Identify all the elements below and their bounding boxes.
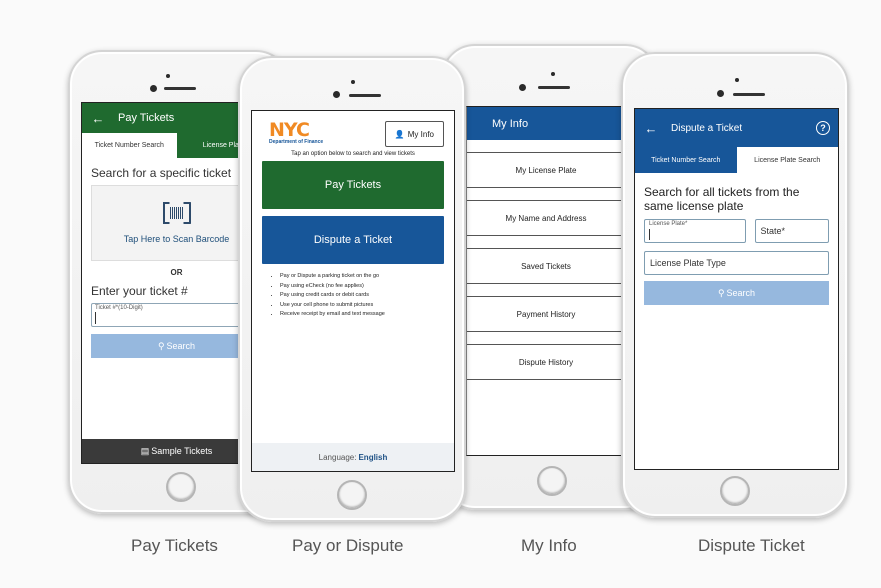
text-caret <box>649 229 650 240</box>
search-button-label: Search <box>166 341 196 351</box>
sensor-dot <box>166 74 170 78</box>
speaker-grille <box>164 87 196 90</box>
tab-ticket-number-search[interactable]: Ticket Number Search <box>82 133 177 158</box>
sensor-dot <box>351 80 355 84</box>
menu-item-dispute-history[interactable]: Dispute History <box>467 344 625 380</box>
search-icon: ⚲ <box>717 287 725 298</box>
pay-tickets-button[interactable]: Pay Tickets <box>262 161 444 209</box>
header-title: Dispute a Ticket <box>671 122 743 134</box>
license-plate-input[interactable]: License Plate* <box>644 219 746 243</box>
app-header: My Info <box>467 107 625 140</box>
app-header: ← Dispute a Ticket ? <box>635 109 838 147</box>
header-title: Pay Tickets <box>118 112 175 124</box>
phone-dispute-ticket: ← Dispute a Ticket ? Ticket Number Searc… <box>621 52 849 518</box>
plate-type-row: License Plate Type <box>644 251 829 275</box>
search-tabs: Ticket Number Search License Plate Searc… <box>635 147 838 173</box>
language-label: Language: <box>318 452 357 462</box>
search-icon: ⚲ <box>157 340 165 351</box>
document-icon: ▤ <box>140 445 150 456</box>
scan-barcode-button[interactable]: Tap Here to Scan Barcode <box>91 185 262 261</box>
section-heading: Search for all tickets from the same lic… <box>644 185 800 213</box>
caption-pay-tickets: Pay Tickets <box>131 536 218 555</box>
input-floating-label: License Plate* <box>649 221 688 227</box>
speaker-grille <box>349 94 381 97</box>
feature-item: Pay or Dispute a parking ticket on the g… <box>280 273 444 279</box>
feature-item: Pay using credit cards or debit cards <box>280 292 444 298</box>
caption-dispute-ticket: Dispute Ticket <box>698 536 805 555</box>
home-button[interactable] <box>720 476 750 506</box>
department-label: Department of Finance <box>269 139 324 145</box>
language-value: English <box>358 452 388 462</box>
camera-icon <box>333 91 340 98</box>
home-button[interactable] <box>537 466 567 496</box>
input-floating-label: Ticket #*(10-Digit) <box>95 305 143 311</box>
back-arrow-icon[interactable]: ← <box>635 121 667 136</box>
camera-icon <box>717 90 724 97</box>
speaker-grille <box>538 86 570 89</box>
menu-item-saved-tickets[interactable]: Saved Tickets <box>467 248 625 284</box>
scan-label: Tap Here to Scan Barcode <box>123 234 230 244</box>
phone-pay-or-dispute: NYC Department of Finance 👤 My Info Tap … <box>238 56 466 522</box>
menu-item-my-name-and-address[interactable]: My Name and Address <box>467 200 625 236</box>
header-title: My Info <box>492 117 529 130</box>
feature-item: Use your cell phone to submit pictures <box>280 302 444 308</box>
app-showcase: ← Pay Tickets Ticket Number Search Licen… <box>0 0 881 588</box>
person-icon: 👤 <box>394 129 405 139</box>
search-button-label: Search <box>726 288 756 298</box>
instruction-text: Tap an option below to search and view t… <box>291 151 415 157</box>
license-plate-type-select[interactable]: License Plate Type <box>644 251 829 275</box>
my-info-label: My Info <box>407 129 434 139</box>
tab-ticket-number-search[interactable]: Ticket Number Search <box>635 147 737 173</box>
screen: NYC Department of Finance 👤 My Info Tap … <box>251 110 455 472</box>
feature-item: Pay using eCheck (no fee applies) <box>280 283 444 289</box>
plate-state-row: License Plate* State* <box>644 219 829 243</box>
camera-icon <box>150 85 157 92</box>
home-button[interactable] <box>166 472 196 502</box>
my-info-button[interactable]: 👤 My Info <box>384 121 444 147</box>
search-button[interactable]: ⚲ Search <box>91 334 262 358</box>
top-row: NYC Department of Finance 👤 My Info <box>252 111 454 149</box>
camera-icon <box>519 84 526 91</box>
plate-type-label: License Plate Type <box>650 258 726 268</box>
caption-my-info: My Info <box>521 536 577 555</box>
help-icon[interactable]: ? <box>816 121 830 135</box>
state-select[interactable]: State* <box>754 219 829 243</box>
caption-pay-or-dispute: Pay or Dispute <box>292 536 404 555</box>
screen: My Info My License Plate My Name and Add… <box>466 106 626 456</box>
ticket-number-input[interactable]: Ticket #*(10-Digit) <box>91 303 262 327</box>
home-button[interactable] <box>337 480 367 510</box>
sensor-dot <box>551 72 555 76</box>
feature-item: Receive receipt by email and text messag… <box>280 311 444 317</box>
speaker-grille <box>733 93 765 96</box>
state-label: State* <box>760 226 786 236</box>
tab-license-plate-search[interactable]: License Plate Search <box>736 147 838 173</box>
screen: ← Dispute a Ticket ? Ticket Number Searc… <box>634 108 839 470</box>
menu-item-payment-history[interactable]: Payment History <box>467 296 625 332</box>
feature-list: Pay or Dispute a parking ticket on the g… <box>252 271 454 317</box>
back-arrow-icon[interactable]: ← <box>82 111 114 126</box>
barcode-scan-icon <box>162 202 191 224</box>
sample-tickets-label: Sample Tickets <box>151 446 213 456</box>
text-caret <box>95 312 96 324</box>
nyc-logo-text: NYC <box>269 119 310 141</box>
or-divider: OR <box>170 268 183 277</box>
sensor-dot <box>735 78 739 82</box>
dispute-ticket-button[interactable]: Dispute a Ticket <box>262 216 444 264</box>
search-button[interactable]: ⚲ Search <box>644 281 829 305</box>
menu-item-my-license-plate[interactable]: My License Plate <box>467 152 625 188</box>
language-selector[interactable]: Language: English <box>252 443 454 471</box>
nyc-logo: NYC Department of Finance <box>269 121 323 147</box>
